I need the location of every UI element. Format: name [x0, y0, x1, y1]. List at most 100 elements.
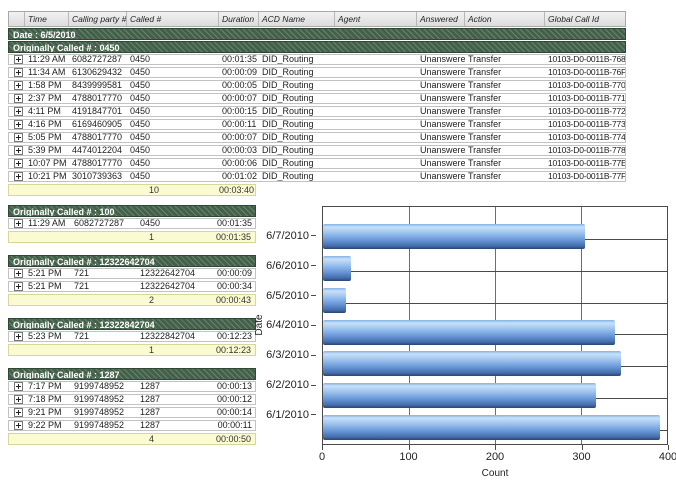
- expand-icon[interactable]: [14, 133, 23, 142]
- table-row: 5:21 PM 721 12322642704 00:00:09: [8, 268, 256, 279]
- cell-action: Transfer: [465, 133, 545, 142]
- cell-global-call-id: 10103-D0-0011B-772: [545, 107, 625, 116]
- col-agent[interactable]: Agent: [335, 12, 417, 26]
- expand-icon[interactable]: [14, 68, 23, 77]
- cell-duration: 00:00:07: [219, 94, 259, 103]
- expand-icon[interactable]: [14, 172, 23, 181]
- expand-icon[interactable]: [14, 282, 23, 291]
- cell-answered: Unanswered: [417, 81, 465, 90]
- x-tick-mark: [409, 445, 410, 450]
- table-row: 4:11 PM 4191847701 0450 00:00:15 DID_Rou…: [8, 106, 626, 117]
- cell-action: Transfer: [465, 159, 545, 168]
- chart-row: [323, 351, 667, 381]
- calls-by-date-bar-chart: Date 6/7/20106/6/20106/5/20106/4/20106/3…: [250, 198, 676, 485]
- expand-icon[interactable]: [14, 94, 23, 103]
- cell-global-call-id: 10103-D0-0011B-76F: [545, 68, 625, 77]
- summary-total-duration: 00:01:35: [211, 232, 255, 243]
- cell-time: 9:21 PM: [25, 408, 71, 417]
- chart-row: [323, 320, 667, 350]
- expand-cell: [9, 68, 25, 77]
- expand-icon[interactable]: [14, 219, 23, 228]
- cell-action: Transfer: [465, 172, 545, 181]
- cell-global-call-id: 10103-D0-0011B-773: [545, 120, 625, 129]
- cell-global-call-id: 10103-D0-0011B-778: [545, 146, 625, 155]
- cell-duration: 00:00:11: [211, 421, 255, 430]
- cell-called: 12322642704: [137, 282, 211, 291]
- expand-cell: [9, 332, 25, 341]
- col-duration[interactable]: Duration: [219, 12, 259, 26]
- cell-calling-party: 6082727287: [69, 55, 127, 64]
- group-summary-100: 1 00:01:35: [8, 231, 256, 243]
- cell-time: 5:05 PM: [25, 133, 69, 142]
- expand-icon[interactable]: [14, 269, 23, 278]
- expand-icon[interactable]: [14, 159, 23, 168]
- cell-action: Transfer: [465, 55, 545, 64]
- col-acd-name[interactable]: ACD Name: [259, 12, 335, 26]
- expand-cell: [9, 55, 25, 64]
- expand-icon[interactable]: [14, 332, 23, 341]
- expand-icon[interactable]: [14, 408, 23, 417]
- expand-icon[interactable]: [14, 120, 23, 129]
- cell-acd-name: DID_Routing: [259, 146, 335, 155]
- date-group-header: Date : 6/5/2010: [8, 28, 626, 40]
- group-rows-12322642704: 5:21 PM 721 12322642704 00:00:09 5:21 PM…: [8, 268, 256, 292]
- expand-icon[interactable]: [14, 107, 23, 116]
- cell-duration: 00:00:34: [211, 282, 255, 291]
- col-time[interactable]: Time: [25, 12, 69, 26]
- expand-icon[interactable]: [14, 81, 23, 90]
- group-table-12322842704: Originally Called # : 12322842704 5:23 P…: [8, 318, 256, 356]
- x-tick-label: 100: [399, 451, 417, 463]
- expand-cell: [9, 382, 25, 391]
- cell-called: 0450: [127, 81, 219, 90]
- cell-time: 4:11 PM: [25, 107, 69, 116]
- table-row: 5:39 PM 4474012204 0450 00:00:03 DID_Rou…: [8, 145, 626, 156]
- cell-time: 2:37 PM: [25, 94, 69, 103]
- cell-acd-name: DID_Routing: [259, 107, 335, 116]
- expand-icon[interactable]: [14, 395, 23, 404]
- category-gridline: [323, 303, 667, 304]
- cell-duration: 00:01:35: [219, 55, 259, 64]
- summary-count: 1: [137, 232, 211, 243]
- cell-answered: Unanswered: [417, 159, 465, 168]
- col-answered[interactable]: Answered: [417, 12, 465, 26]
- cell-calling-party: 3010739363: [69, 172, 127, 181]
- cell-called: 0450: [127, 146, 219, 155]
- col-action[interactable]: Action: [465, 12, 545, 26]
- table-row: 5:23 PM 721 12322842704 00:12:23: [8, 331, 256, 342]
- table-row: 11:29 AM 6082727287 0450 00:01:35: [8, 218, 256, 229]
- expand-icon[interactable]: [14, 146, 23, 155]
- expand-icon[interactable]: [14, 382, 23, 391]
- y-tick-label: 6/7/2010: [254, 221, 316, 251]
- col-calling-party[interactable]: Calling party #: [69, 12, 127, 26]
- y-tick-label: 6/6/2010: [254, 251, 316, 281]
- expand-icon[interactable]: [14, 421, 23, 430]
- cell-duration: 00:00:09: [211, 269, 255, 278]
- call-detail-table: Time Calling party # Called # Duration A…: [8, 11, 626, 196]
- chart-row: [323, 383, 667, 413]
- expand-icon[interactable]: [14, 55, 23, 64]
- summary-total-duration: 00:00:43: [211, 295, 255, 306]
- group-table-12322642704: Originally Called # : 12322642704 5:21 P…: [8, 255, 256, 306]
- table-row: 11:34 AM 6130629432 0450 00:00:09 DID_Ro…: [8, 67, 626, 78]
- group-table-100: Originally Called # : 100 11:29 AM 60827…: [8, 205, 256, 243]
- expand-cell: [9, 282, 25, 291]
- cell-answered: Unanswered: [417, 133, 465, 142]
- category-gridline: [323, 271, 667, 272]
- x-tick-label: 300: [572, 451, 590, 463]
- col-called[interactable]: Called #: [127, 12, 219, 26]
- bar: [323, 383, 596, 408]
- cell-called: 0450: [137, 219, 211, 228]
- cell-acd-name: DID_Routing: [259, 159, 335, 168]
- cell-time: 5:21 PM: [25, 269, 71, 278]
- cell-acd-name: DID_Routing: [259, 94, 335, 103]
- table-row: 4:16 PM 6169460905 0450 00:00:11 DID_Rou…: [8, 119, 626, 130]
- col-global-call-id[interactable]: Global Call Id: [545, 12, 625, 26]
- cell-called: 1287: [137, 421, 211, 430]
- cell-called: 1287: [137, 395, 211, 404]
- y-tick-label: 6/3/2010: [254, 340, 316, 370]
- bar: [323, 288, 346, 313]
- cell-calling-party: 9199748952: [71, 395, 137, 404]
- group-header-100: Originally Called # : 100: [8, 205, 256, 217]
- x-tick-mark: [322, 445, 323, 450]
- cell-called: 0450: [127, 159, 219, 168]
